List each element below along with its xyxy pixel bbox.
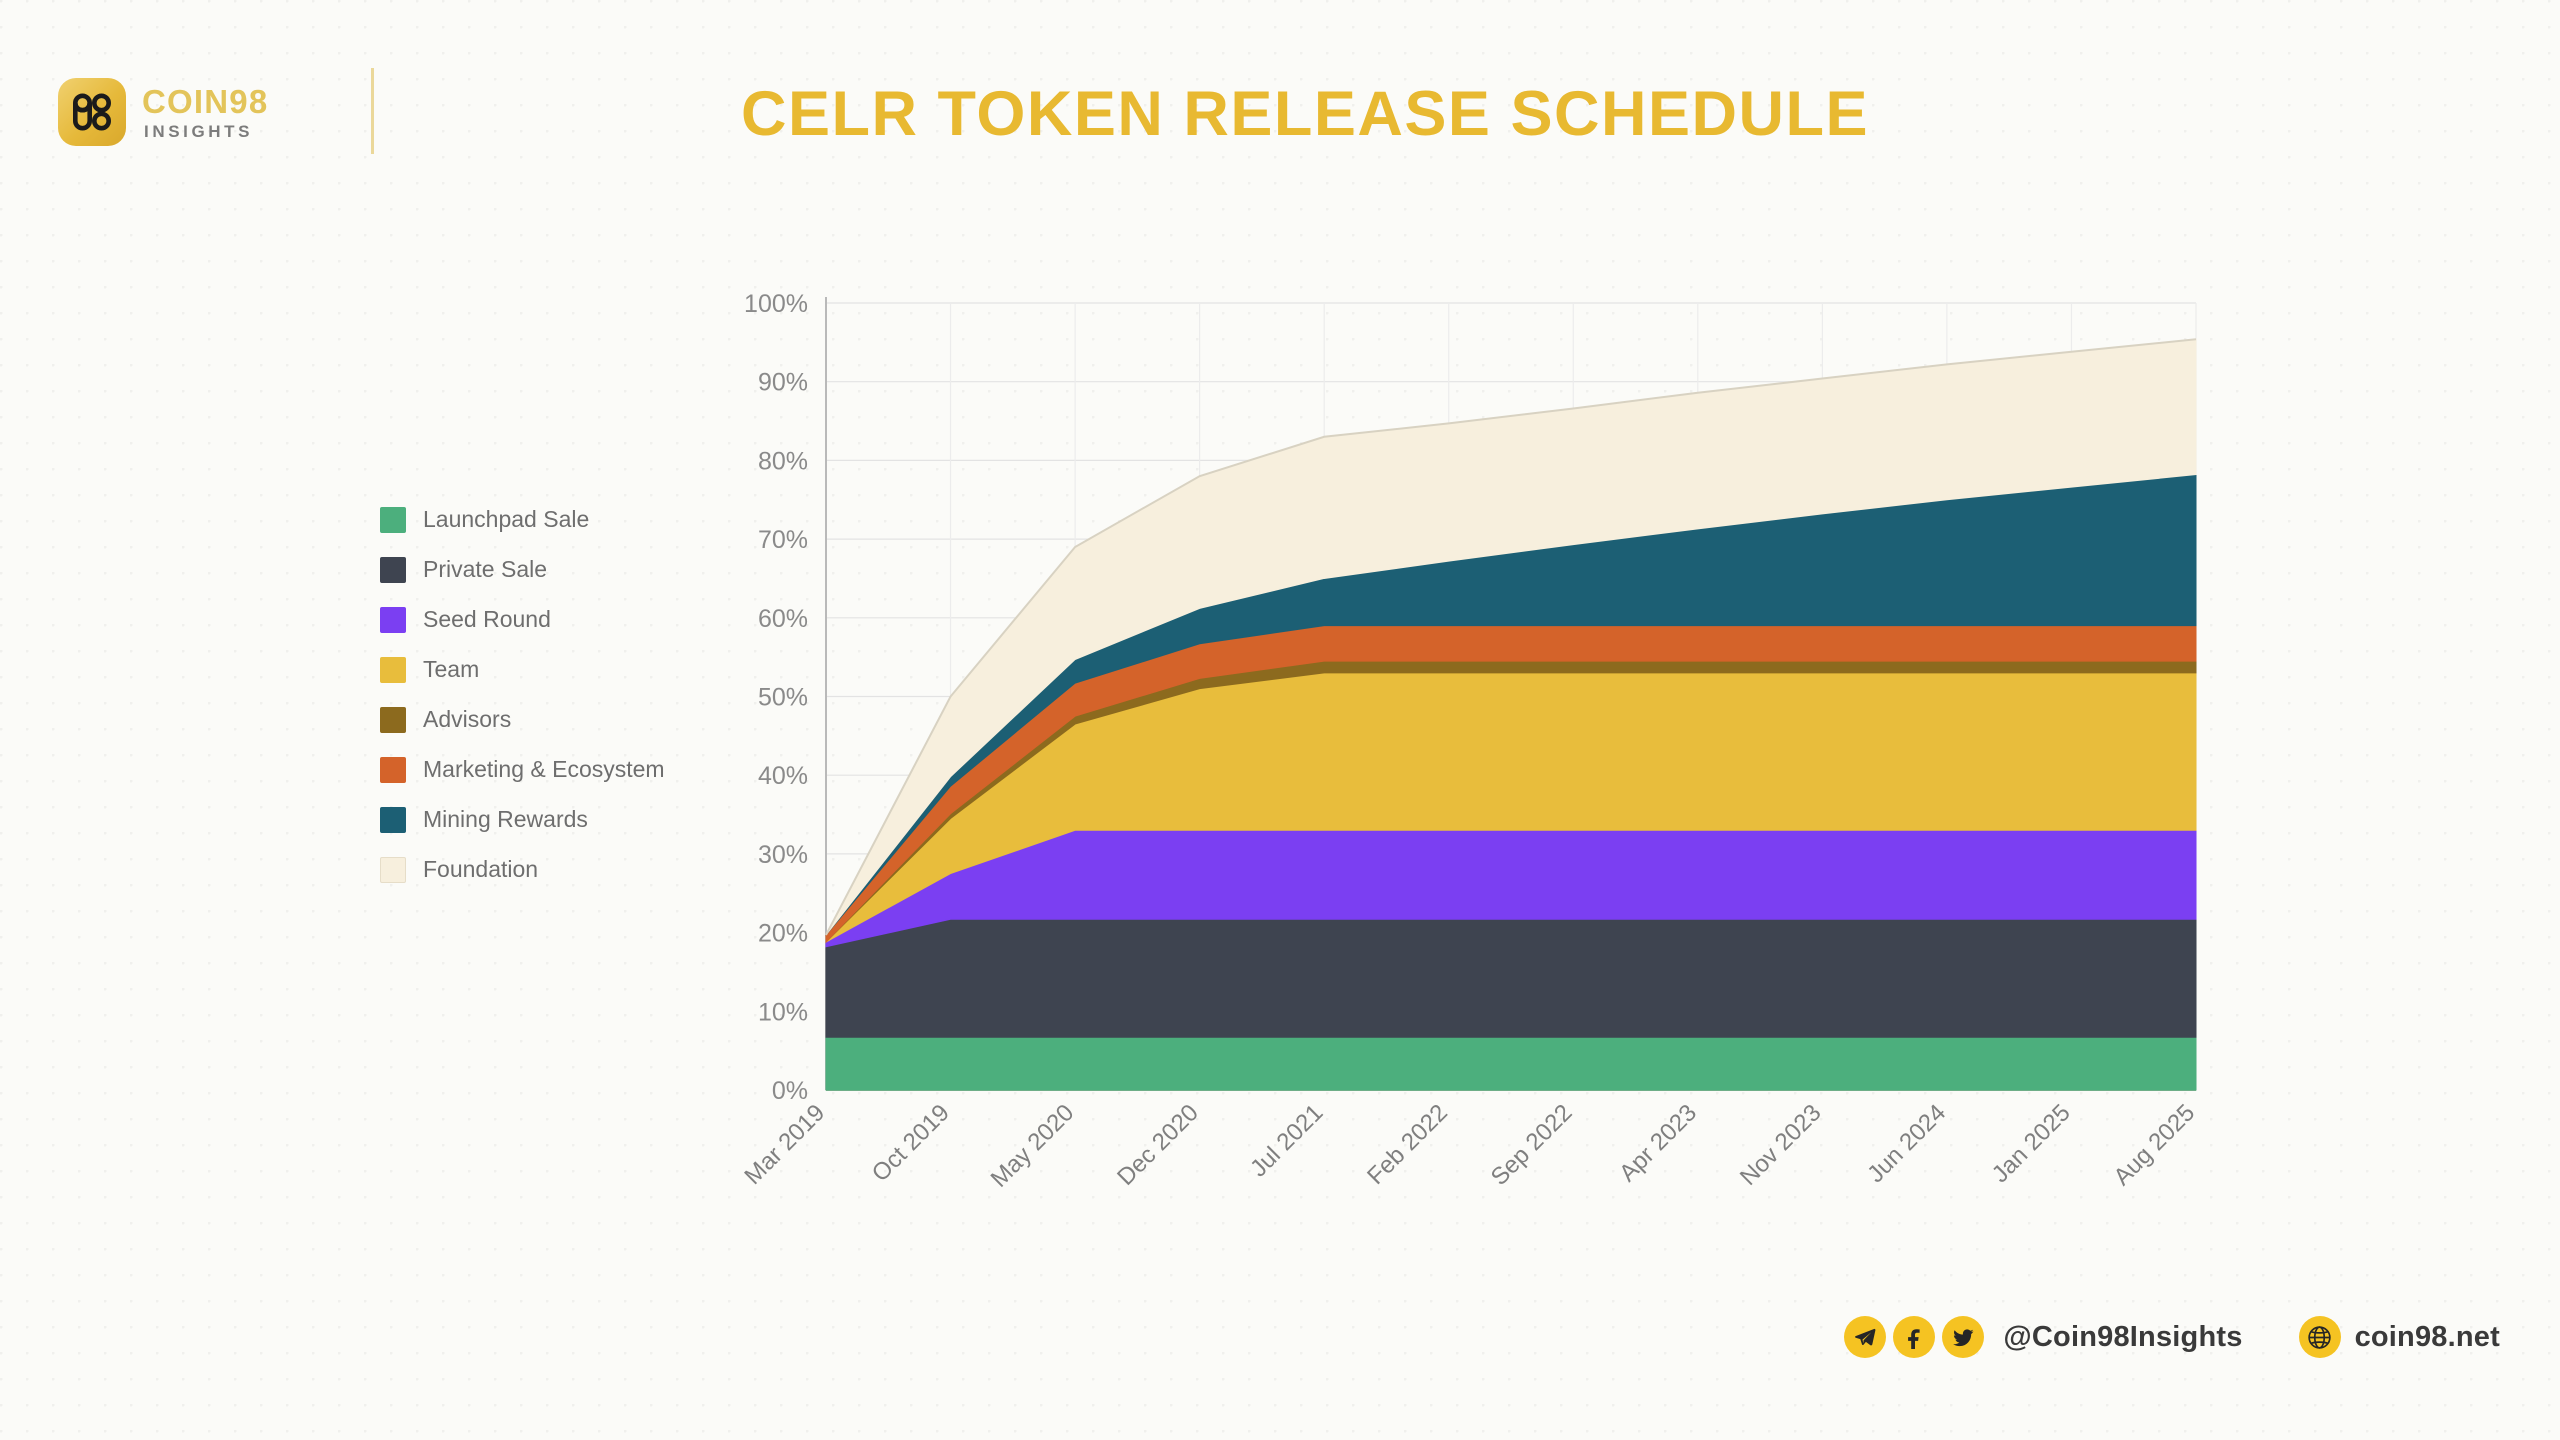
x-axis-tick-label: Jun 2024 [1862, 1099, 1951, 1188]
legend-item-marketing-ecosystem[interactable]: Marketing & Ecosystem [380, 755, 665, 784]
area-series-foundation [825, 338, 2197, 936]
y-axis-tick-label: 40% [758, 762, 808, 790]
area-series-team [825, 672, 2197, 943]
y-axis-tick-label: 90% [758, 369, 808, 397]
legend-swatch-icon [380, 756, 406, 783]
website-url: coin98.net [2354, 1320, 2500, 1353]
y-axis-tick-label: 70% [758, 526, 808, 554]
legend-swatch-icon [380, 706, 406, 733]
legend-item-team[interactable]: Team [380, 655, 665, 684]
area-series-launchpad-sale [825, 1036, 2197, 1091]
website-group: coin98.net [2298, 1316, 2500, 1358]
x-axis-tick-label: Jan 2025 [1987, 1099, 2076, 1188]
y-axis-tick-label: 100% [744, 290, 808, 318]
legend-swatch-icon [380, 506, 406, 533]
legend-swatch-icon [380, 556, 406, 583]
legend-label: Advisors [423, 706, 512, 732]
legend-item-mining-rewards[interactable]: Mining Rewards [380, 805, 665, 834]
chart-legend: Launchpad Sale Private Sale Seed Round T… [380, 505, 665, 884]
legend-label: Seed Round [423, 606, 551, 632]
x-axis-tick-label: Nov 2023 [1735, 1099, 1827, 1191]
twitter-icon[interactable] [1942, 1316, 1985, 1358]
legend-label: Mining Rewards [423, 806, 588, 832]
legend-item-private-sale[interactable]: Private Sale [380, 555, 665, 584]
legend-swatch-icon [380, 656, 406, 683]
legend-swatch-icon [380, 606, 406, 633]
legend-item-foundation[interactable]: Foundation [380, 855, 665, 884]
x-axis-tick-label: May 2020 [986, 1099, 1080, 1193]
legend-swatch-icon [380, 856, 406, 883]
y-axis-tick-label: 50% [758, 684, 808, 712]
legend-label: Team [423, 656, 480, 682]
y-axis-tick-label: 0% [772, 1077, 808, 1105]
x-axis-tick-label: Aug 2025 [2108, 1099, 2200, 1191]
legend-item-launchpad-sale[interactable]: Launchpad Sale [380, 505, 665, 534]
social-group: @Coin98Insights [1844, 1316, 2242, 1358]
legend-label: Marketing & Ecosystem [423, 756, 665, 782]
area-series-seed-round [825, 829, 2197, 948]
page-header: COIN98 INSIGHTS CELR TOKEN RELEASE SCHED… [0, 0, 2560, 200]
page-footer: @Coin98Insights coin98.net [0, 1280, 2560, 1440]
stack-top-outline [825, 338, 2197, 936]
x-axis-tick-label: Apr 2023 [1614, 1099, 1702, 1187]
y-axis-tick-label: 20% [758, 920, 808, 948]
legend-swatch-icon [380, 806, 406, 833]
x-axis-tick-label: Jul 2021 [1245, 1099, 1328, 1182]
area-series-advisors [825, 660, 2197, 943]
legend-label: Launchpad Sale [423, 506, 590, 532]
y-axis-tick-label: 30% [758, 841, 808, 869]
x-axis-tick-label: Mar 2019 [739, 1099, 830, 1190]
area-series-marketing-ecosystem [825, 625, 2197, 944]
legend-item-advisors[interactable]: Advisors [380, 705, 665, 734]
x-axis-tick-label: Oct 2019 [867, 1099, 955, 1187]
legend-label: Foundation [423, 856, 539, 882]
area-series-mining-rewards [825, 474, 2197, 936]
page-title: CELR TOKEN RELEASE SCHEDULE [741, 79, 1869, 149]
globe-icon[interactable] [2298, 1316, 2341, 1358]
y-axis-tick-label: 10% [758, 998, 808, 1026]
area-series-private-sale [825, 918, 2197, 1038]
x-axis-tick-label: Dec 2020 [1112, 1099, 1204, 1191]
legend-label: Private Sale [423, 556, 548, 582]
y-axis-tick-label: 60% [758, 605, 808, 633]
legend-item-seed-round[interactable]: Seed Round [380, 605, 665, 634]
x-axis-tick-label: Sep 2022 [1486, 1099, 1578, 1191]
telegram-icon[interactable] [1844, 1316, 1887, 1358]
x-axis-tick-label: Feb 2022 [1362, 1099, 1453, 1190]
facebook-icon[interactable] [1893, 1316, 1936, 1358]
social-handle: @Coin98Insights [2003, 1320, 2243, 1353]
y-axis-tick-label: 80% [758, 447, 808, 475]
